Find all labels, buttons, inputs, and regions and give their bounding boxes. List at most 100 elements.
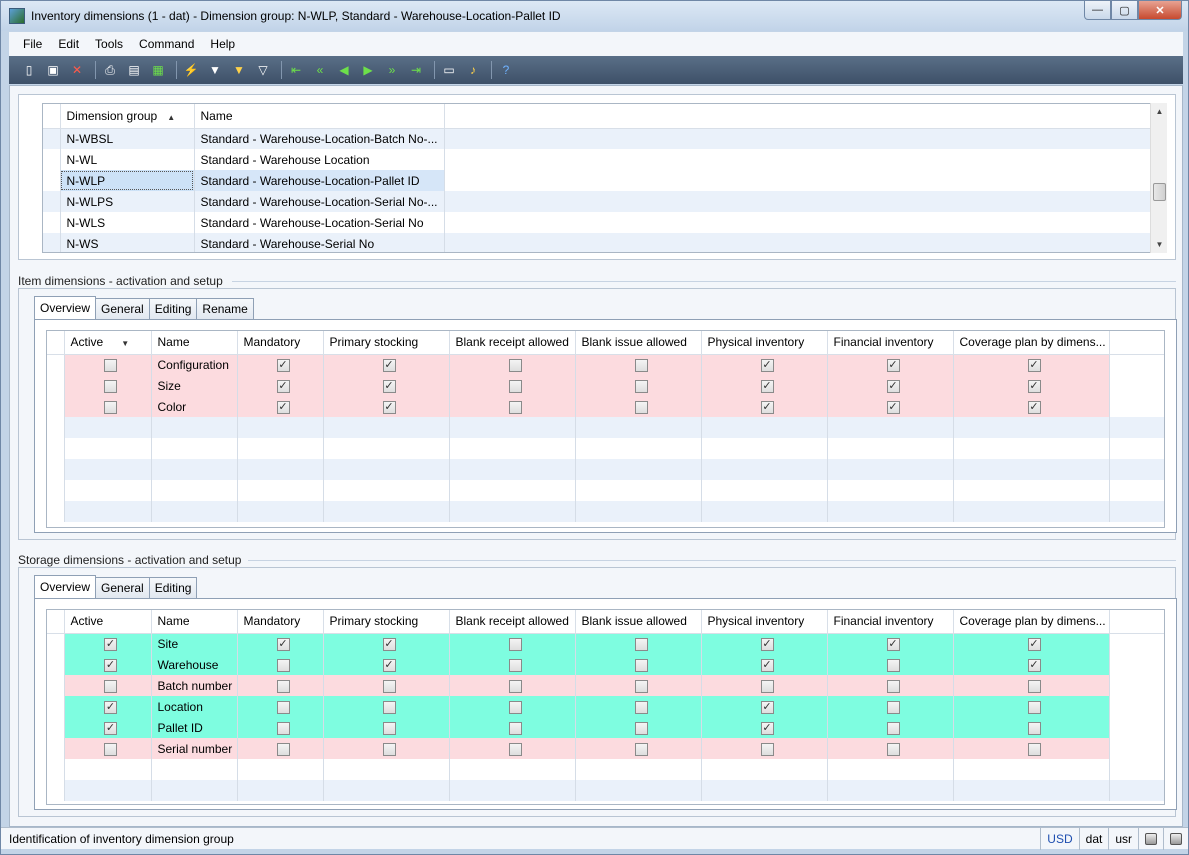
cell-dimension-group[interactable]: N-WL bbox=[60, 149, 195, 170]
table-row[interactable]: ✓ Pallet ID ✓ bbox=[47, 717, 1164, 738]
cell-dimension-group[interactable]: N-WLS bbox=[60, 212, 195, 233]
column-header-primary-stocking[interactable]: Primary stocking bbox=[323, 610, 450, 634]
status-company[interactable]: dat bbox=[1078, 827, 1109, 850]
mandatory-checkbox[interactable]: ✓ bbox=[276, 400, 290, 414]
column-header-blank-issue[interactable]: Blank issue allowed bbox=[575, 331, 702, 355]
menu-edit[interactable]: Edit bbox=[50, 37, 87, 51]
active-checkbox[interactable]: ✓ bbox=[104, 700, 117, 714]
financial-inventory-checkbox[interactable] bbox=[886, 742, 900, 756]
physical-inventory-checkbox[interactable]: ✓ bbox=[760, 379, 774, 393]
previous-record-icon[interactable]: ◀ bbox=[336, 62, 352, 78]
menu-file[interactable]: File bbox=[15, 37, 50, 51]
row-selector[interactable] bbox=[43, 233, 61, 252]
column-header-financial-inventory[interactable]: Financial inventory bbox=[827, 610, 954, 634]
blank-issue-checkbox[interactable] bbox=[634, 358, 648, 372]
primary-stocking-checkbox[interactable] bbox=[382, 721, 396, 735]
status-user[interactable]: usr bbox=[1108, 827, 1138, 850]
primary-stocking-checkbox[interactable]: ✓ bbox=[382, 400, 396, 414]
maximize-button[interactable]: ▢ bbox=[1111, 1, 1138, 20]
coverage-plan-checkbox[interactable]: ✓ bbox=[1027, 658, 1041, 672]
active-checkbox[interactable] bbox=[104, 679, 117, 693]
cell-name[interactable]: Size bbox=[151, 375, 238, 396]
delete-icon[interactable]: ✕ bbox=[69, 62, 85, 78]
financial-inventory-checkbox[interactable] bbox=[886, 679, 900, 693]
cell-name[interactable]: Standard - Warehouse-Location-Batch No-.… bbox=[194, 128, 445, 149]
print-icon[interactable]: ⎙ bbox=[102, 62, 118, 78]
coverage-plan-checkbox[interactable] bbox=[1027, 721, 1041, 735]
scroll-down-icon[interactable]: ▼ bbox=[1151, 236, 1168, 253]
financial-inventory-checkbox[interactable] bbox=[886, 721, 900, 735]
physical-inventory-checkbox[interactable]: ✓ bbox=[760, 721, 774, 735]
blank-receipt-checkbox[interactable] bbox=[508, 658, 522, 672]
help-icon[interactable]: ? bbox=[498, 62, 514, 78]
mandatory-checkbox[interactable] bbox=[276, 721, 290, 735]
status-session-icon[interactable] bbox=[1163, 827, 1188, 850]
column-header-active[interactable]: Active ▼ bbox=[64, 331, 152, 355]
column-header-dimension-group[interactable]: Dimension group ▲ bbox=[60, 104, 195, 129]
physical-inventory-checkbox[interactable]: ✓ bbox=[760, 358, 774, 372]
coverage-plan-checkbox[interactable]: ✓ bbox=[1027, 379, 1041, 393]
table-row[interactable]: N-WS Standard - Warehouse-Serial No bbox=[43, 233, 1157, 252]
active-checkbox[interactable]: ✓ bbox=[104, 637, 117, 651]
title-bar[interactable]: Inventory dimensions (1 - dat) - Dimensi… bbox=[1, 1, 1188, 31]
column-header-mandatory[interactable]: Mandatory bbox=[237, 610, 324, 634]
blank-issue-checkbox[interactable] bbox=[634, 679, 648, 693]
cell-dimension-group[interactable]: N-WS bbox=[60, 233, 195, 252]
column-header-blank-receipt[interactable]: Blank receipt allowed bbox=[449, 331, 576, 355]
cell-dimension-group[interactable]: N-WLP bbox=[60, 170, 195, 191]
row-selector[interactable] bbox=[47, 675, 65, 696]
cell-name[interactable]: Standard - Warehouse-Location-Serial No-… bbox=[194, 191, 445, 212]
coverage-plan-checkbox[interactable]: ✓ bbox=[1027, 358, 1041, 372]
physical-inventory-checkbox[interactable]: ✓ bbox=[760, 637, 774, 651]
status-database-icon[interactable] bbox=[1138, 827, 1163, 850]
primary-stocking-checkbox[interactable] bbox=[382, 679, 396, 693]
advanced-filter-icon[interactable]: ▼ bbox=[231, 62, 247, 78]
table-row[interactable]: N-WLS Standard - Warehouse-Location-Seri… bbox=[43, 212, 1157, 233]
row-selector[interactable] bbox=[43, 149, 61, 170]
row-selector[interactable] bbox=[47, 396, 65, 417]
remove-filter-icon[interactable]: ▽ bbox=[255, 62, 271, 78]
mandatory-checkbox[interactable]: ✓ bbox=[276, 637, 290, 651]
next-page-icon[interactable]: » bbox=[384, 62, 400, 78]
row-selector[interactable] bbox=[47, 354, 65, 375]
primary-stocking-checkbox[interactable]: ✓ bbox=[382, 658, 396, 672]
column-header-name[interactable]: Name bbox=[151, 331, 238, 355]
primary-stocking-checkbox[interactable]: ✓ bbox=[382, 379, 396, 393]
first-record-icon[interactable]: ⇤ bbox=[288, 62, 304, 78]
blank-receipt-checkbox[interactable] bbox=[508, 379, 522, 393]
table-row[interactable]: Color ✓ ✓ ✓ ✓ ✓ bbox=[47, 396, 1164, 417]
vertical-scrollbar[interactable]: ▲ ▼ bbox=[1150, 103, 1167, 253]
table-row-selected[interactable]: N-WLP Standard - Warehouse-Location-Pall… bbox=[43, 170, 1157, 191]
table-row[interactable]: Batch number bbox=[47, 675, 1164, 696]
table-row[interactable]: ✓ Warehouse ✓ ✓ ✓ bbox=[47, 654, 1164, 675]
print-preview-icon[interactable]: ▤ bbox=[126, 62, 142, 78]
financial-inventory-checkbox[interactable]: ✓ bbox=[886, 379, 900, 393]
mandatory-checkbox[interactable]: ✓ bbox=[276, 358, 290, 372]
cell-name[interactable]: Site bbox=[151, 633, 238, 654]
row-selector-header[interactable] bbox=[47, 331, 65, 355]
tab-item-overview[interactable]: Overview bbox=[34, 296, 97, 319]
financial-inventory-checkbox[interactable]: ✓ bbox=[886, 400, 900, 414]
financial-inventory-checkbox[interactable]: ✓ bbox=[886, 358, 900, 372]
row-selector[interactable] bbox=[47, 633, 65, 654]
cell-name[interactable]: Configuration bbox=[151, 354, 238, 375]
mandatory-checkbox[interactable] bbox=[276, 679, 290, 693]
document-handling-icon[interactable]: ▭ bbox=[441, 62, 457, 78]
physical-inventory-checkbox[interactable] bbox=[760, 742, 774, 756]
blank-issue-checkbox[interactable] bbox=[634, 700, 648, 714]
blank-receipt-checkbox[interactable] bbox=[508, 637, 522, 651]
table-row[interactable]: N-WBSL Standard - Warehouse-Location-Bat… bbox=[43, 128, 1157, 149]
tab-item-editing[interactable]: Editing bbox=[148, 298, 198, 319]
physical-inventory-checkbox[interactable] bbox=[760, 679, 774, 693]
active-checkbox[interactable]: ✓ bbox=[104, 721, 117, 735]
coverage-plan-checkbox[interactable]: ✓ bbox=[1027, 637, 1041, 651]
next-record-icon[interactable]: ▶ bbox=[360, 62, 376, 78]
cell-name[interactable]: Pallet ID bbox=[151, 717, 238, 738]
cell-name[interactable]: Warehouse bbox=[151, 654, 238, 675]
cell-name[interactable]: Standard - Warehouse-Location-Serial No bbox=[194, 212, 445, 233]
cell-dimension-group[interactable]: N-WBSL bbox=[60, 128, 195, 149]
column-header-coverage-plan[interactable]: Coverage plan by dimens... bbox=[953, 331, 1110, 355]
cell-name[interactable]: Batch number bbox=[151, 675, 238, 696]
cell-name[interactable]: Location bbox=[151, 696, 238, 717]
blank-receipt-checkbox[interactable] bbox=[508, 721, 522, 735]
